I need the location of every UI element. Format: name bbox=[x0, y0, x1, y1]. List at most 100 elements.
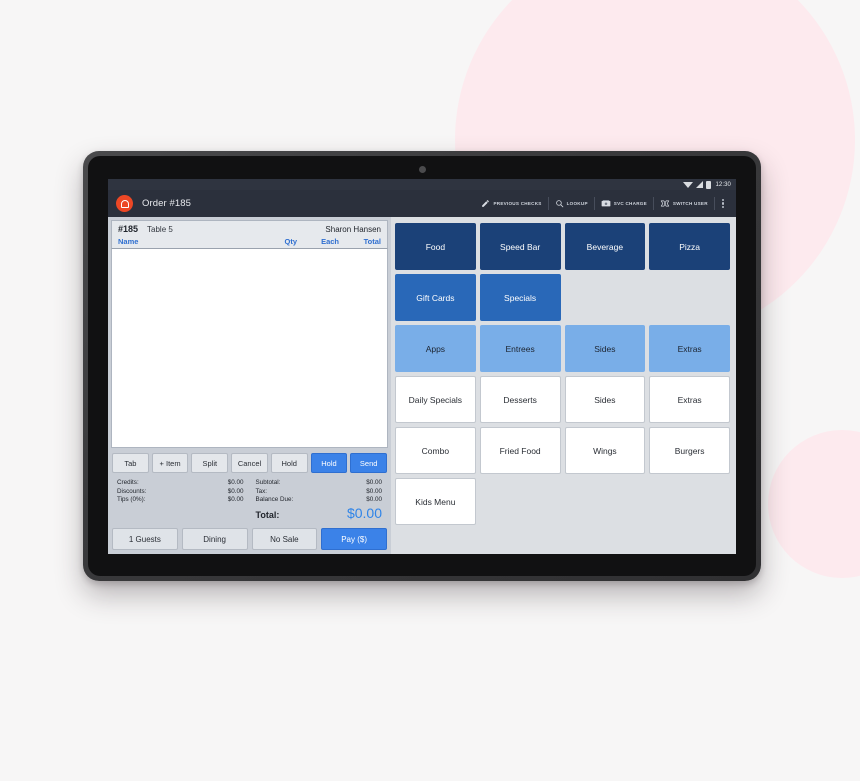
kebab-dot bbox=[721, 205, 724, 209]
status-clock: 12:30 bbox=[715, 181, 731, 188]
svc-charge-button[interactable]: SVC CHARGE bbox=[595, 197, 654, 210]
app-title-bar: Order #185 PREVIOUS CHECKS LOOKUP SVC CH… bbox=[108, 190, 736, 217]
app-body: #185 Table 5 Sharon Hansen Name Qty Each… bbox=[108, 217, 736, 554]
order-table-label: Table 5 bbox=[147, 225, 173, 234]
menu-button-specials[interactable]: Specials bbox=[479, 274, 561, 321]
pencil-icon bbox=[482, 200, 490, 207]
previous-checks-label: PREVIOUS CHECKS bbox=[493, 201, 542, 206]
totals-row: Tax: $0.00 bbox=[256, 488, 383, 497]
menu-category-panel: Food Speed Bar Beverage Pizza Gift Cards Spec… bbox=[391, 217, 736, 554]
app-logo-glyph bbox=[120, 199, 129, 208]
order-footer-dining[interactable]: Dining bbox=[181, 528, 248, 550]
totals-row: Tips (0%): $0.00 bbox=[117, 496, 244, 505]
totals-label: Subtotal: bbox=[255, 479, 281, 487]
order-server-name: Sharon Hansen bbox=[325, 225, 381, 234]
order-footer-1-guests[interactable]: 1 Guests bbox=[112, 528, 178, 550]
lookup-label: LOOKUP bbox=[566, 201, 588, 206]
menu-button-pizza[interactable]: Pizza bbox=[649, 223, 730, 270]
svc-charge-label: SVC CHARGE bbox=[613, 201, 647, 206]
column-header-total: Total bbox=[363, 237, 381, 246]
pink-blob-small bbox=[768, 430, 860, 578]
order-action-tab[interactable]: Tab bbox=[112, 453, 149, 474]
menu-button-kids-menu[interactable]: Kids Menu bbox=[395, 478, 476, 525]
order-action-buttons: Tab + Item Split Cancel Hold Hold Send bbox=[111, 448, 388, 477]
kebab-menu-icon[interactable] bbox=[715, 198, 730, 209]
column-header-each: Each bbox=[321, 237, 339, 246]
page-title: Order #185 bbox=[142, 198, 192, 209]
menu-button-extras[interactable]: Extras bbox=[649, 325, 730, 372]
order-action-hold[interactable]: Hold bbox=[310, 453, 348, 474]
totals-value: $0.00 bbox=[366, 487, 382, 495]
totals-label: Discounts: bbox=[117, 487, 147, 495]
lookup-button[interactable]: LOOKUP bbox=[549, 197, 595, 210]
totals-row: Balance Due: $0.00 bbox=[256, 496, 383, 505]
kebab-dot bbox=[721, 198, 724, 202]
menu-button-daily-specials[interactable]: Daily Specials bbox=[395, 376, 476, 423]
order-items-list[interactable] bbox=[111, 249, 388, 449]
order-action-hold[interactable]: Hold bbox=[270, 453, 308, 474]
order-panel: #185 Table 5 Sharon Hansen Name Qty Each… bbox=[108, 217, 391, 554]
totals-label: Tips (0%): bbox=[117, 496, 146, 504]
menu-group-categories-secondary: Apps Entrees Sides Extras bbox=[395, 325, 730, 372]
wifi-icon bbox=[683, 181, 694, 188]
order-footer-no-sale[interactable]: No Sale bbox=[251, 528, 318, 550]
kebab-dot bbox=[721, 202, 724, 205]
menu-button-food[interactable]: Food bbox=[395, 223, 476, 270]
menu-button-wings[interactable]: Wings bbox=[564, 427, 646, 474]
menu-button-extras[interactable]: Extras bbox=[649, 376, 730, 423]
app-bar-actions: PREVIOUS CHECKS LOOKUP SVC CHARGE SWITCH… bbox=[475, 190, 730, 217]
menu-button-entrees[interactable]: Entrees bbox=[479, 325, 561, 372]
totals-value: $0.00 bbox=[227, 496, 244, 504]
menu-group-menu-items: Daily Specials Desserts Sides Extras Combo Fr… bbox=[395, 376, 730, 525]
menu-button-combo[interactable]: Combo bbox=[395, 427, 476, 474]
order-footer-pay[interactable]: Pay ($) bbox=[321, 528, 387, 550]
switch-user-icon bbox=[660, 200, 670, 207]
totals-column-left: Credits: $0.00 Discounts: $0.00 Tips (0%): $0… bbox=[117, 479, 244, 523]
search-icon bbox=[555, 200, 563, 208]
totals-label: Balance Due: bbox=[255, 496, 294, 504]
order-action-cancel[interactable]: Cancel bbox=[231, 453, 268, 474]
totals-value: $0.00 bbox=[227, 487, 244, 495]
signal-icon bbox=[696, 181, 704, 188]
tablet-device: 12:30 Order #185 PREVIOUS CHECKS LOOKUP … bbox=[83, 151, 761, 581]
column-header-name: Name bbox=[118, 237, 139, 246]
switch-user-button[interactable]: SWITCH USER bbox=[654, 197, 715, 210]
totals-row: Discounts: $0.00 bbox=[117, 488, 244, 497]
order-totals: Credits: $0.00 Discounts: $0.00 Tips (0%): $0… bbox=[111, 477, 388, 524]
menu-button-desserts[interactable]: Desserts bbox=[479, 376, 561, 423]
totals-value: $0.00 bbox=[366, 479, 382, 487]
totals-label: Tax: bbox=[255, 487, 268, 495]
menu-button-gift-cards[interactable]: Gift Cards bbox=[395, 274, 476, 321]
order-header: #185 Table 5 Sharon Hansen bbox=[111, 220, 388, 236]
grand-total-value: $0.00 bbox=[346, 505, 382, 521]
grand-total-label: Total: bbox=[255, 510, 280, 520]
totals-value: $0.00 bbox=[366, 496, 382, 504]
money-icon bbox=[601, 199, 611, 207]
menu-button-beverage[interactable]: Beverage bbox=[564, 223, 646, 270]
totals-row: Subtotal: $0.00 bbox=[256, 479, 383, 488]
grand-total-row: Total: $0.00 bbox=[256, 506, 383, 523]
totals-column-right: Subtotal: $0.00 Tax: $0.00 Balance Due: $0.00… bbox=[244, 479, 383, 523]
switch-user-label: SWITCH USER bbox=[672, 201, 708, 206]
totals-label: Credits: bbox=[117, 479, 139, 487]
totals-value: $0.00 bbox=[227, 479, 244, 487]
order-action-item[interactable]: + Item bbox=[151, 453, 189, 474]
menu-button-sides[interactable]: Sides bbox=[564, 376, 646, 423]
column-header-qty: Qty bbox=[284, 237, 297, 246]
front-camera-icon bbox=[418, 166, 426, 173]
order-list-column-headers: Name Qty Each Total bbox=[111, 236, 388, 249]
menu-button-burgers[interactable]: Burgers bbox=[649, 427, 730, 474]
tablet-bezel: 12:30 Order #185 PREVIOUS CHECKS LOOKUP … bbox=[88, 156, 756, 576]
menu-group-categories-primary: Food Speed Bar Beverage Pizza Gift Cards Spec… bbox=[395, 223, 730, 321]
menu-button-sides[interactable]: Sides bbox=[564, 325, 646, 372]
order-number: #185 bbox=[118, 224, 139, 234]
app-logo-icon[interactable] bbox=[116, 195, 133, 212]
previous-checks-button[interactable]: PREVIOUS CHECKS bbox=[475, 197, 549, 210]
order-footer-buttons: 1 Guests Dining No Sale Pay ($) bbox=[111, 524, 388, 550]
menu-button-apps[interactable]: Apps bbox=[395, 325, 476, 372]
order-action-split[interactable]: Split bbox=[191, 453, 229, 474]
menu-button-fried-food[interactable]: Fried Food bbox=[479, 427, 561, 474]
order-action-send[interactable]: Send bbox=[350, 453, 388, 474]
android-status-bar: 12:30 bbox=[108, 179, 736, 190]
menu-button-speed-bar[interactable]: Speed Bar bbox=[479, 223, 561, 270]
